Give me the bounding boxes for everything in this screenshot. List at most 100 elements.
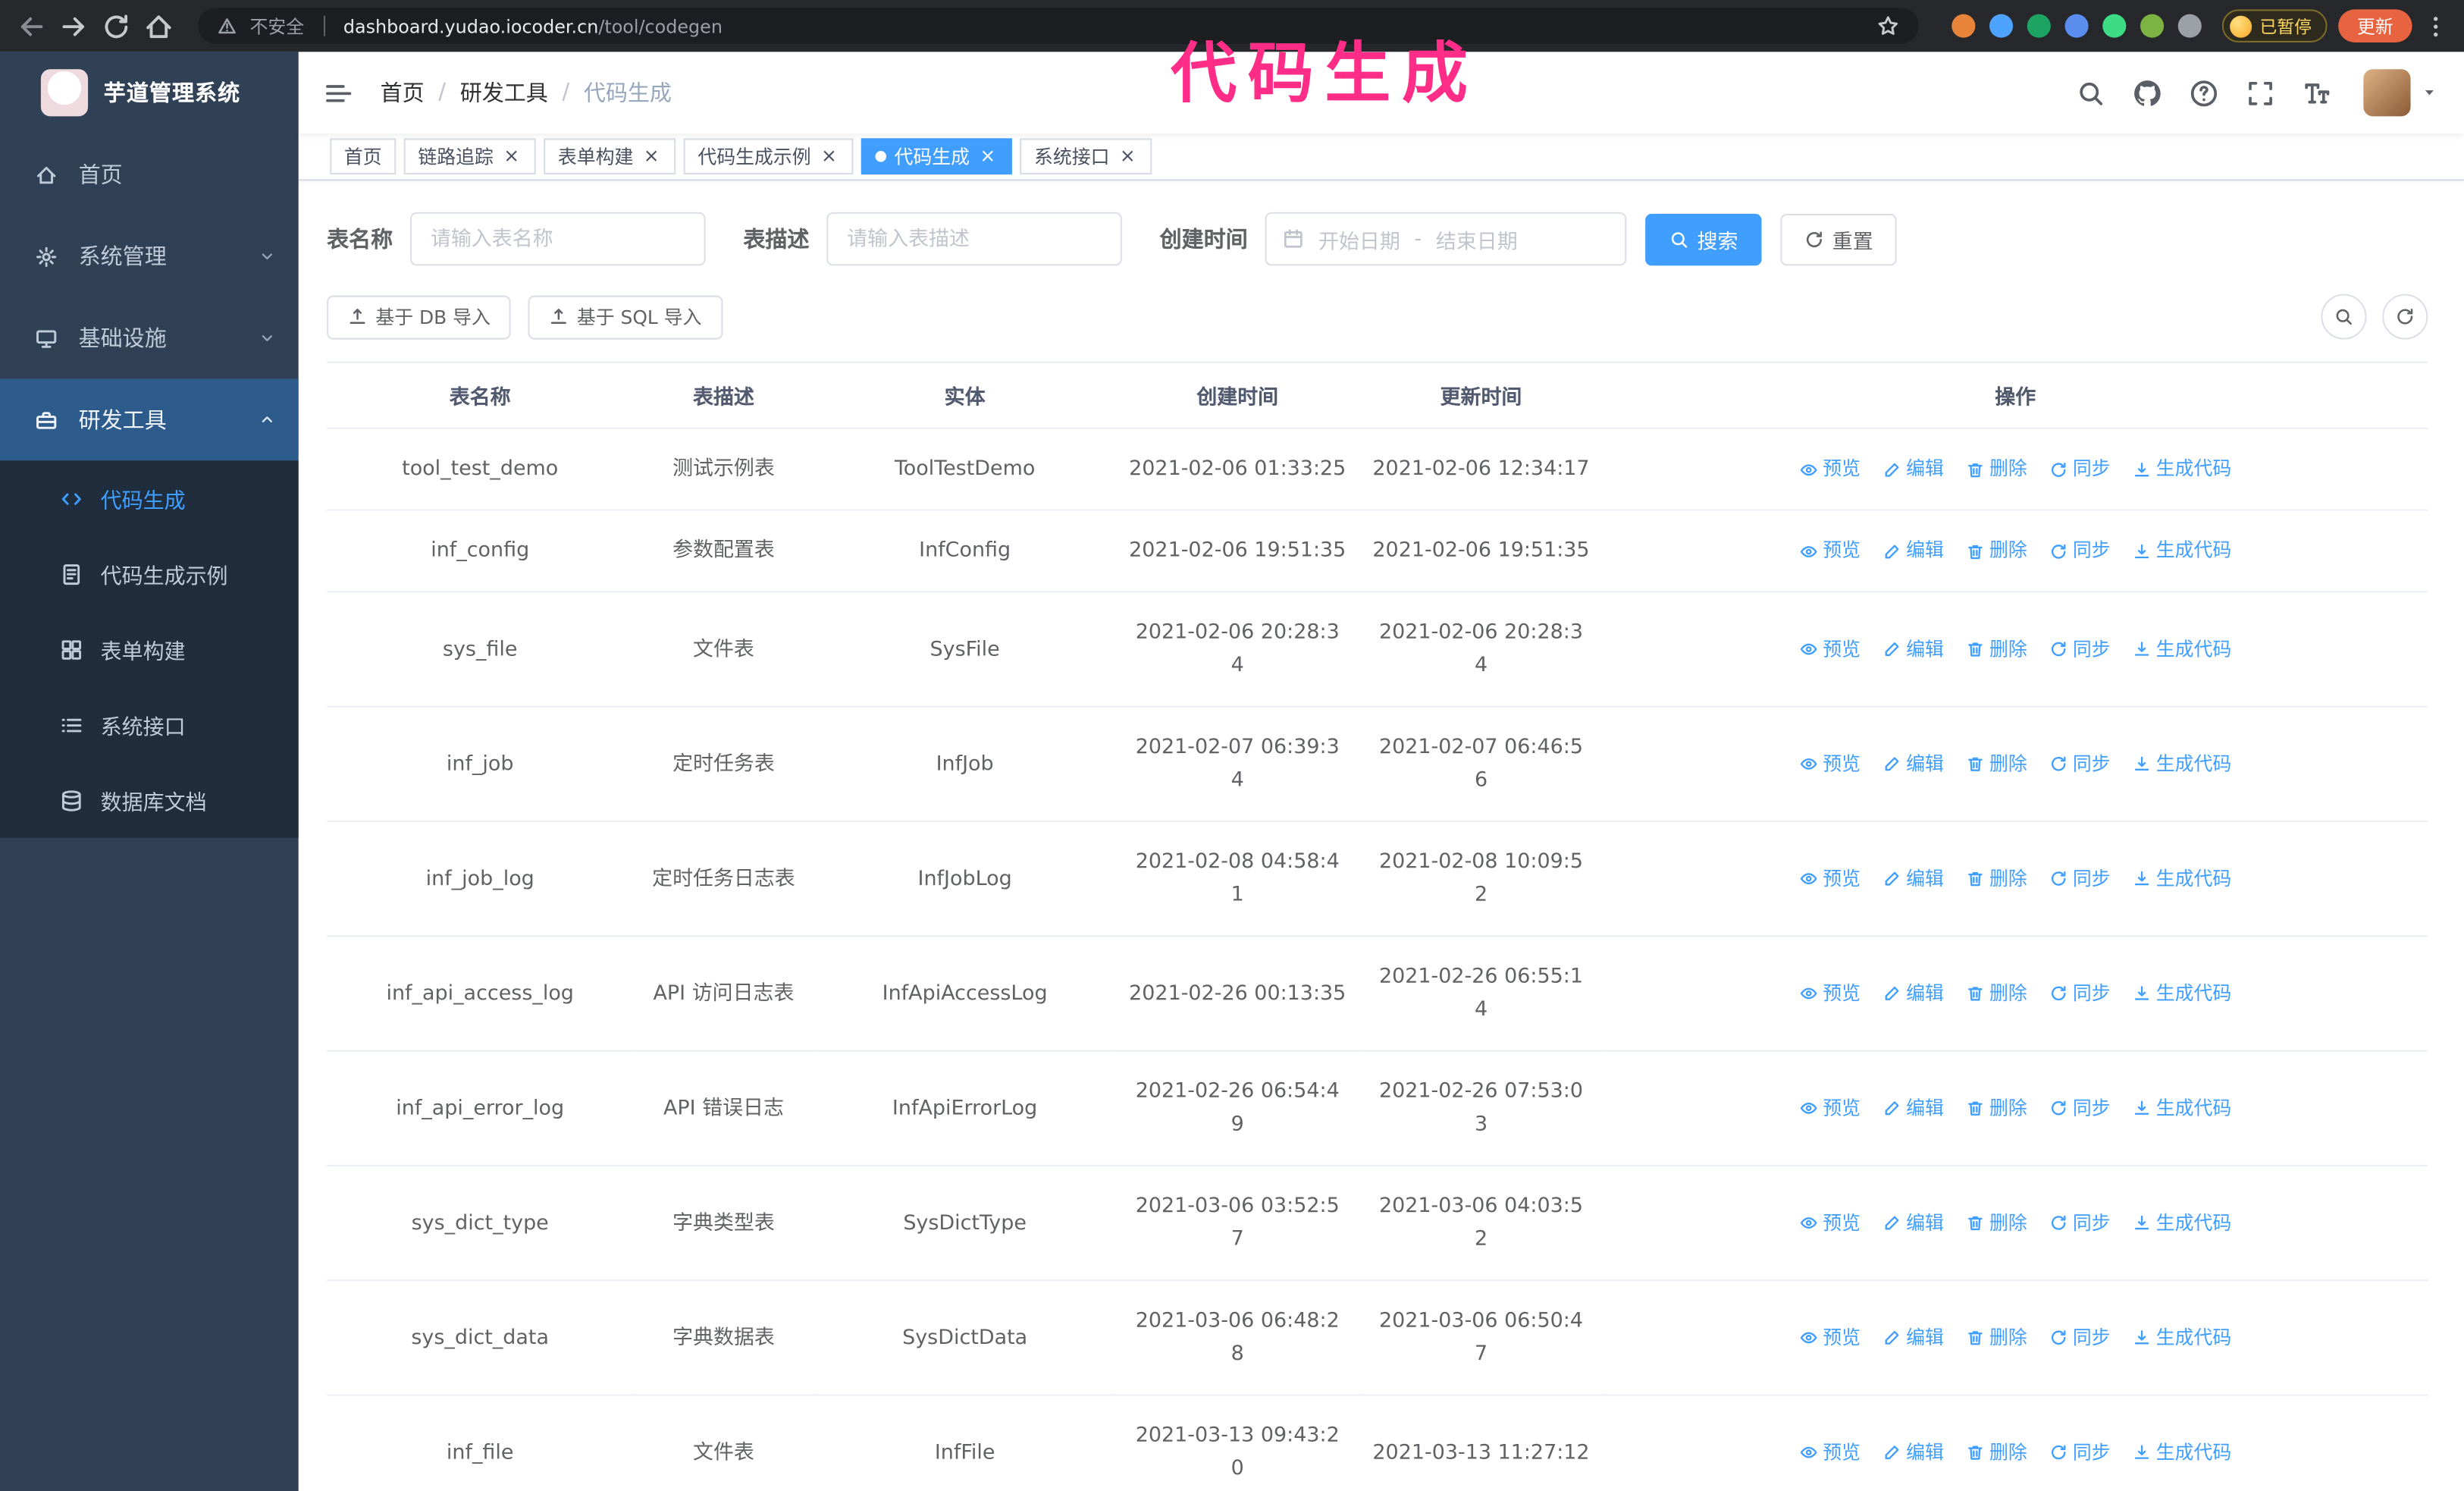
action-preview[interactable]: 预览 (1799, 453, 1861, 486)
action-preview[interactable]: 预览 (1799, 1091, 1861, 1125)
caret-down-icon[interactable] (2420, 83, 2439, 102)
view-tab-2[interactable]: 表单构建 × (544, 138, 676, 175)
action-preview[interactable]: 预览 (1799, 977, 1861, 1010)
action-delete[interactable]: 删除 (1966, 748, 2027, 781)
action-sync[interactable]: 同步 (2049, 535, 2111, 568)
action-sync[interactable]: 同步 (2049, 748, 2111, 781)
action-generate[interactable]: 生成代码 (2133, 632, 2231, 666)
action-delete[interactable]: 删除 (1966, 632, 2027, 666)
refresh-table-button[interactable] (2382, 293, 2428, 340)
action-generate[interactable]: 生成代码 (2133, 453, 2231, 486)
view-tab-0[interactable]: 首页 (330, 138, 397, 175)
extension-icon[interactable] (2064, 14, 2089, 38)
action-generate[interactable]: 生成代码 (2133, 1207, 2231, 1240)
view-tab-4[interactable]: 代码生成 × (861, 138, 1012, 175)
reset-button[interactable]: 重置 (1780, 212, 1897, 265)
import-sql-button[interactable]: 基于 SQL 导入 (528, 294, 723, 339)
update-button[interactable]: 更新 (2338, 9, 2412, 42)
forward-button[interactable] (58, 10, 89, 41)
action-delete[interactable]: 删除 (1966, 1207, 2027, 1240)
font-size-icon[interactable] (2303, 78, 2332, 108)
sidebar-item-system[interactable]: 系统管理 (0, 215, 299, 297)
action-delete[interactable]: 删除 (1966, 453, 2027, 486)
action-generate[interactable]: 生成代码 (2133, 748, 2231, 781)
search-icon[interactable] (2076, 78, 2105, 108)
back-button[interactable] (16, 10, 47, 41)
extension-icon[interactable] (2102, 14, 2127, 38)
action-sync[interactable]: 同步 (2049, 453, 2111, 486)
extension-icon[interactable] (2027, 14, 2051, 38)
action-generate[interactable]: 生成代码 (2133, 1436, 2231, 1469)
action-sync[interactable]: 同步 (2049, 1091, 2111, 1125)
action-delete[interactable]: 删除 (1966, 1436, 2027, 1469)
action-delete[interactable]: 删除 (1966, 1091, 2027, 1125)
action-preview[interactable]: 预览 (1799, 748, 1861, 781)
close-icon[interactable]: × (1118, 146, 1138, 167)
github-icon[interactable] (2133, 78, 2162, 108)
action-preview[interactable]: 预览 (1799, 1207, 1861, 1240)
table-desc-input[interactable] (826, 212, 1122, 266)
action-sync[interactable]: 同步 (2049, 977, 2111, 1010)
search-button[interactable]: 搜索 (1645, 212, 1762, 265)
sidebar-item-devtools[interactable]: 研发工具 (0, 378, 299, 461)
sidebar-item-db-doc[interactable]: 数据库文档 (0, 762, 299, 837)
action-delete[interactable]: 删除 (1966, 977, 2027, 1010)
close-icon[interactable]: × (501, 146, 522, 167)
close-icon[interactable]: × (641, 146, 662, 167)
action-generate[interactable]: 生成代码 (2133, 977, 2231, 1010)
action-edit[interactable]: 编辑 (1882, 632, 1944, 666)
action-generate[interactable]: 生成代码 (2133, 535, 2231, 568)
action-sync[interactable]: 同步 (2049, 1207, 2111, 1240)
action-delete[interactable]: 删除 (1966, 1321, 2027, 1354)
extension-icon[interactable] (1989, 14, 2014, 38)
action-edit[interactable]: 编辑 (1882, 748, 1944, 781)
view-tab-5[interactable]: 系统接口 × (1020, 138, 1152, 175)
action-edit[interactable]: 编辑 (1882, 1091, 1944, 1125)
view-tab-1[interactable]: 链路追踪 × (403, 138, 536, 175)
help-icon[interactable] (2189, 78, 2218, 108)
breadcrumb-item-devtools[interactable]: 研发工具 (460, 77, 548, 108)
extension-icon[interactable] (1951, 14, 1976, 38)
action-edit[interactable]: 编辑 (1882, 862, 1944, 896)
close-icon[interactable]: × (819, 146, 839, 167)
action-edit[interactable]: 编辑 (1882, 453, 1944, 486)
action-sync[interactable]: 同步 (2049, 1321, 2111, 1354)
action-sync[interactable]: 同步 (2049, 632, 2111, 666)
action-sync[interactable]: 同步 (2049, 1436, 2111, 1469)
action-preview[interactable]: 预览 (1799, 862, 1861, 896)
close-icon[interactable]: × (977, 146, 998, 167)
address-bar[interactable]: 不安全 dashboard.yudao.iocoder.cn/tool/code… (198, 8, 1919, 45)
action-sync[interactable]: 同步 (2049, 862, 2111, 896)
toggle-search-button[interactable] (2321, 293, 2367, 340)
sidebar-item-codegen[interactable]: 代码生成 (0, 460, 299, 535)
sidebar-item-infra[interactable]: 基础设施 (0, 297, 299, 379)
bookmark-star-icon[interactable] (1876, 14, 1900, 38)
import-db-button[interactable]: 基于 DB 导入 (327, 294, 511, 339)
sidebar-item-codegen-example[interactable]: 代码生成示例 (0, 536, 299, 611)
user-avatar[interactable] (2363, 69, 2411, 117)
action-edit[interactable]: 编辑 (1882, 1436, 1944, 1469)
action-generate[interactable]: 生成代码 (2133, 862, 2231, 896)
action-generate[interactable]: 生成代码 (2133, 1321, 2231, 1354)
action-generate[interactable]: 生成代码 (2133, 1091, 2231, 1125)
action-delete[interactable]: 删除 (1966, 535, 2027, 568)
fullscreen-icon[interactable] (2246, 78, 2275, 108)
hamburger-icon[interactable] (324, 78, 353, 108)
extension-icon[interactable] (2177, 14, 2202, 38)
action-edit[interactable]: 编辑 (1882, 1321, 1944, 1354)
table-name-input[interactable] (409, 212, 706, 266)
action-preview[interactable]: 预览 (1799, 1321, 1861, 1354)
sidebar-item-system-api[interactable]: 系统接口 (0, 687, 299, 762)
action-edit[interactable]: 编辑 (1882, 1207, 1944, 1240)
sidebar-item-form-builder[interactable]: 表单构建 (0, 611, 299, 686)
action-preview[interactable]: 预览 (1799, 1436, 1861, 1469)
reload-button[interactable] (101, 10, 132, 41)
extension-icon[interactable] (2140, 14, 2165, 38)
date-range-picker[interactable]: 开始日期 - 结束日期 (1265, 212, 1627, 266)
kebab-menu-icon[interactable] (2423, 14, 2448, 39)
paused-badge[interactable]: 已暂停 (2221, 9, 2328, 42)
sidebar-item-home[interactable]: 首页 (0, 133, 299, 215)
action-edit[interactable]: 编辑 (1882, 977, 1944, 1010)
action-edit[interactable]: 编辑 (1882, 535, 1944, 568)
action-delete[interactable]: 删除 (1966, 862, 2027, 896)
